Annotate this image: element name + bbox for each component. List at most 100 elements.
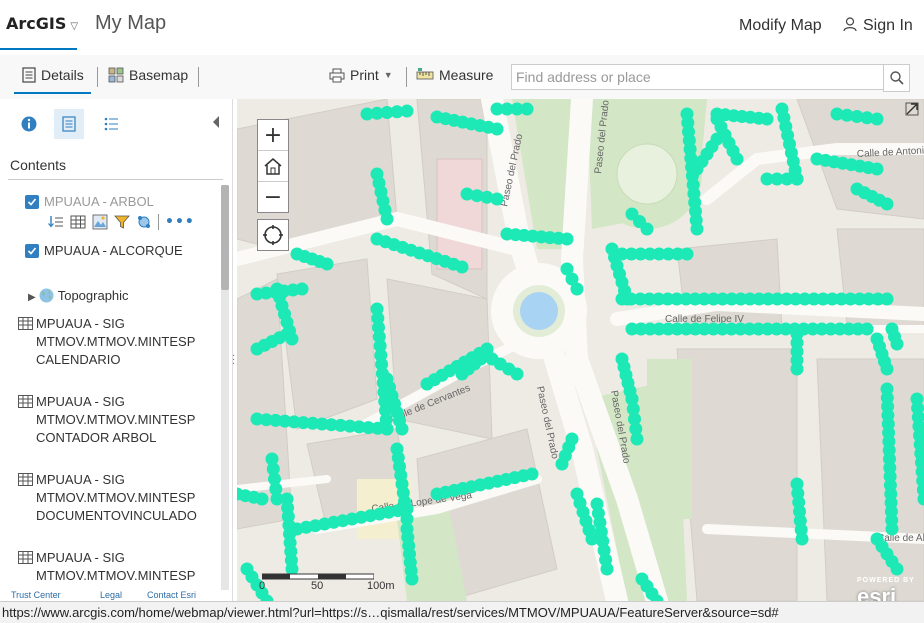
about-tab[interactable] xyxy=(14,109,44,139)
panel-scrollbar[interactable] xyxy=(221,185,229,590)
table-line-2: MTMOV.MTMOV.MINTESP xyxy=(36,489,197,507)
tree-point[interactable] xyxy=(871,163,884,176)
tree-point[interactable] xyxy=(561,233,574,246)
show-legend-icon[interactable] xyxy=(48,214,64,230)
basemap-canvas[interactable]: Paseo del Prado Paseo del Prado Paseo de… xyxy=(237,99,924,601)
user-icon xyxy=(843,17,857,32)
legal-link[interactable]: Legal xyxy=(100,590,122,600)
tree-point[interactable] xyxy=(881,293,894,306)
contents-tab[interactable] xyxy=(54,109,84,139)
tree-point[interactable] xyxy=(861,323,874,336)
tree-point[interactable] xyxy=(691,223,704,236)
layer-tools: ••• xyxy=(48,214,195,230)
legend-tab[interactable] xyxy=(96,109,126,139)
tree-point[interactable] xyxy=(401,503,414,516)
more-options-icon[interactable]: ••• xyxy=(165,214,195,230)
details-button[interactable]: Details xyxy=(22,67,84,83)
panel-tabs xyxy=(0,99,232,149)
zoom-in-button[interactable]: + xyxy=(258,120,288,151)
fullscreen-expand-icon[interactable] xyxy=(905,102,919,116)
tree-point[interactable] xyxy=(731,153,744,166)
tree-point[interactable] xyxy=(641,223,654,236)
analysis-icon[interactable] xyxy=(136,214,152,230)
status-url-bar: https://www.arcgis.com/home/webmap/viewe… xyxy=(0,601,924,623)
tree-point[interactable] xyxy=(891,563,904,576)
esri-logo[interactable]: POWERED BYesri xyxy=(857,577,915,601)
tree-point[interactable] xyxy=(791,173,804,186)
table-item[interactable]: MPUAUA - SIG MTMOV.MTMOV.MINTESP CALENDA… xyxy=(18,315,195,369)
table-item[interactable]: MPUAUA - SIG MTMOV.MTMOV.MINTESP xyxy=(18,549,195,585)
tree-point[interactable] xyxy=(796,533,809,546)
tree-point[interactable] xyxy=(491,193,504,206)
table-line-1: MPUAUA - SIG xyxy=(36,549,195,567)
tree-point[interactable] xyxy=(381,213,394,226)
tree-point[interactable] xyxy=(871,113,884,126)
contents-panel: Contents MPUAUA - ARBOL ••• MPUAUA - ALC… xyxy=(0,99,233,601)
tree-point[interactable] xyxy=(526,468,539,481)
tree-point[interactable] xyxy=(296,283,309,296)
details-underline xyxy=(14,92,91,94)
basemap-button[interactable]: Basemap xyxy=(108,67,188,83)
table-icon xyxy=(18,317,33,330)
tree-point[interactable] xyxy=(511,368,524,381)
search-input[interactable]: Find address or place xyxy=(511,64,891,90)
print-label: Print xyxy=(350,67,379,83)
contact-esri-link[interactable]: Contact Esri xyxy=(147,590,196,600)
tree-point[interactable] xyxy=(281,328,294,341)
zoom-control: + − xyxy=(257,119,289,213)
table-icon[interactable] xyxy=(70,214,86,230)
tree-point[interactable] xyxy=(881,198,894,211)
tree-point[interactable] xyxy=(521,103,534,116)
tree-point[interactable] xyxy=(601,563,614,576)
tools-separator xyxy=(158,214,159,230)
filter-icon[interactable] xyxy=(114,214,130,230)
basemap-item[interactable]: ▶ Topographic xyxy=(28,288,129,303)
expand-arrow-icon[interactable]: ▶ xyxy=(28,292,36,303)
layer-label[interactable]: MPUAUA - ALCORQUE xyxy=(44,243,183,258)
toolbar-separator xyxy=(406,67,407,87)
tree-point[interactable] xyxy=(891,338,904,351)
home-button[interactable] xyxy=(258,151,288,182)
zoom-out-button[interactable]: − xyxy=(258,182,288,212)
toolbar: Details Basemap Print▼ Measure Find addr… xyxy=(0,55,924,99)
collapse-panel-icon[interactable] xyxy=(213,116,219,128)
tree-point[interactable] xyxy=(566,433,579,446)
tree-point[interactable] xyxy=(761,113,774,126)
tree-point[interactable] xyxy=(321,258,334,271)
search-button[interactable] xyxy=(883,64,910,92)
tree-point[interactable] xyxy=(571,283,584,296)
trust-center-link[interactable]: Trust Center xyxy=(11,590,61,600)
legend-list-icon xyxy=(103,116,119,132)
brand-label: ArcGIS xyxy=(6,14,66,33)
tree-point[interactable] xyxy=(881,363,894,376)
tree-point[interactable] xyxy=(456,261,469,274)
tree-point[interactable] xyxy=(396,423,409,436)
tree-point[interactable] xyxy=(256,493,269,506)
tree-point[interactable] xyxy=(631,433,644,446)
table-item[interactable]: MPUAUA - SIG MTMOV.MTMOV.MINTESP DOCUMEN… xyxy=(18,471,197,525)
layer-visibility-checkbox[interactable] xyxy=(25,244,39,258)
scrollbar-thumb[interactable] xyxy=(221,185,229,290)
measure-button[interactable]: Measure xyxy=(416,67,493,83)
top-bar: ArcGIS▽ My Map Modify Map Sign In xyxy=(0,0,924,55)
powered-by-label: POWERED BY xyxy=(857,577,915,584)
locate-button[interactable] xyxy=(257,219,289,251)
contents-heading: Contents xyxy=(10,157,66,173)
tree-point[interactable] xyxy=(381,423,394,436)
arcgis-menu[interactable]: ArcGIS▽ xyxy=(6,14,78,33)
tree-point[interactable] xyxy=(791,363,804,376)
tree-point[interactable] xyxy=(491,123,504,136)
map-view[interactable]: Paseo del Prado Paseo del Prado Paseo de… xyxy=(237,99,924,601)
panel-splitter-handle[interactable]: ··· xyxy=(232,355,236,369)
layer-visibility-checkbox[interactable] xyxy=(25,195,39,209)
tree-point[interactable] xyxy=(681,248,694,261)
table-item[interactable]: MPUAUA - SIG MTMOV.MTMOV.MINTESP CONTADO… xyxy=(18,393,195,447)
tree-point[interactable] xyxy=(886,523,899,536)
layer-label[interactable]: MPUAUA - ARBOL xyxy=(44,194,154,209)
sign-in-link[interactable]: Sign In xyxy=(843,17,913,35)
change-style-icon[interactable] xyxy=(92,214,108,230)
modify-map-link[interactable]: Modify Map xyxy=(739,17,822,35)
tree-point[interactable] xyxy=(401,105,414,118)
locate-icon xyxy=(262,224,284,246)
print-button[interactable]: Print▼ xyxy=(329,67,393,83)
